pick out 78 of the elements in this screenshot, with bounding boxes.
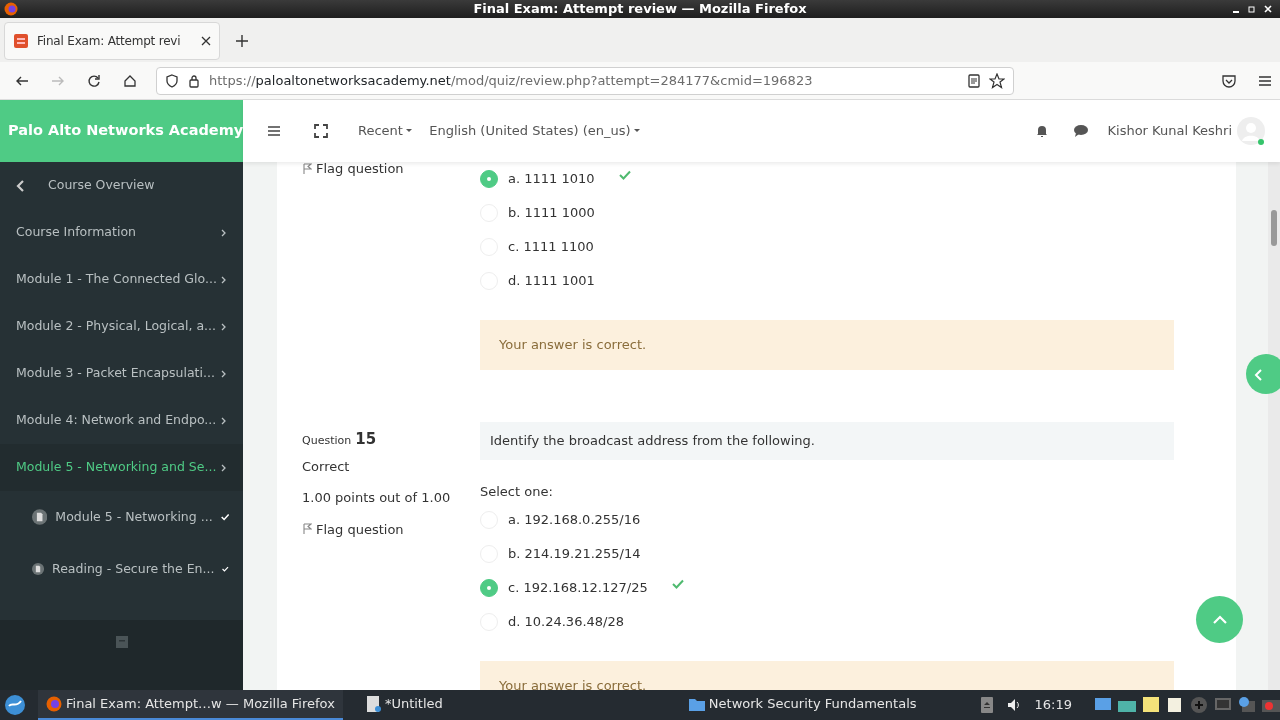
chevron-right-icon <box>221 463 227 472</box>
taskbar-button[interactable]: Final Exam: Attempt…w — Mozilla Firefox <box>38 690 343 720</box>
reader-view-icon[interactable] <box>967 73 981 88</box>
lock-icon <box>187 73 201 88</box>
bookmark-star-icon[interactable] <box>989 72 1005 89</box>
taskbar-button[interactable]: Network Security Fundamentals <box>680 690 925 720</box>
chat-icon[interactable] <box>1072 124 1089 138</box>
question-prompt: Identify the broadcast address from the following. <box>480 422 1174 460</box>
restore-icon[interactable] <box>1248 5 1256 13</box>
clock[interactable]: 16:19 <box>1034 695 1072 715</box>
new-tab-icon[interactable] <box>236 35 248 47</box>
option-label[interactable]: a. 192.168.0.255/16 <box>508 510 641 530</box>
folder-icon <box>688 696 705 712</box>
option-label[interactable]: c. 1111 1100 <box>508 237 594 257</box>
drawer-toggle-button[interactable] <box>1246 354 1280 394</box>
option-label[interactable]: c. 192.168.12.127/25 <box>508 578 648 598</box>
radio-button[interactable] <box>480 579 498 597</box>
tab-title: Final Exam: Attempt revi <box>37 33 182 50</box>
option-label[interactable]: a. 1111 1010 <box>508 169 595 189</box>
text-editor-icon <box>364 696 381 712</box>
taskbar-button[interactable]: *Untitled <box>356 690 451 720</box>
document-icon <box>32 506 48 528</box>
option-label[interactable]: b. 214.19.21.255/14 <box>508 544 641 564</box>
sidebar-item[interactable]: Course Overview <box>0 162 243 209</box>
url-text: https://paloaltonetworksacademy.net/mod/quiz/review.php?attempt=284177&cmid=196823 <box>209 71 814 90</box>
volume-icon[interactable] <box>1006 698 1021 712</box>
site-icon <box>13 33 29 49</box>
reload-icon[interactable] <box>87 73 101 88</box>
archive-icon <box>115 636 128 648</box>
user-name[interactable]: Kishor Kunal Keshri <box>1107 121 1232 141</box>
sidebar-item[interactable]: Module 1 - The Connected Glo... <box>0 256 243 303</box>
shield-icon <box>165 73 179 88</box>
feedback-text: Your answer is correct. <box>499 336 647 355</box>
sidebar-item[interactable]: Module 2 - Physical, Logical, a... <box>0 303 243 350</box>
select-one-label: Select one: <box>480 482 554 501</box>
chevron-right-icon <box>221 275 227 284</box>
flag-icon <box>302 162 312 175</box>
sidebar-item[interactable]: Module 5 - Networking and Se... <box>0 444 243 491</box>
chevron-up-icon <box>1212 615 1227 624</box>
question-points: 1.00 points out of 1.00 <box>302 489 452 507</box>
window-title: Final Exam: Attempt review — Mozilla Firefox <box>473 0 807 19</box>
option-label[interactable]: d. 10.24.36.48/28 <box>508 612 624 632</box>
note-icon[interactable] <box>1142 696 1160 714</box>
chevron-right-icon <box>221 322 227 331</box>
firefox-icon <box>4 2 18 16</box>
eject-icon[interactable] <box>980 697 993 713</box>
chevron-right-icon <box>221 369 227 378</box>
flag-question-link[interactable]: Flag question <box>302 519 404 539</box>
flag-icon <box>302 523 312 536</box>
plus-icon[interactable] <box>1190 696 1208 714</box>
menu-icon[interactable] <box>267 125 281 137</box>
close-icon[interactable] <box>201 36 211 46</box>
fullscreen-icon[interactable] <box>314 124 328 138</box>
pocket-icon[interactable] <box>1222 73 1236 88</box>
browser-tab[interactable]: Final Exam: Attempt revi <box>4 22 220 60</box>
feedback-text: Your answer is correct. <box>499 677 647 690</box>
flag-question-link[interactable]: Flag question <box>302 162 404 179</box>
home-icon[interactable] <box>123 73 137 88</box>
question-number: 15 <box>355 429 377 450</box>
chevron-left-icon <box>1254 368 1262 381</box>
sidebar-item[interactable]: Module 4: Network and Endpo... <box>0 397 243 444</box>
address-bar[interactable]: https://paloaltonetworksacademy.net/mod/quiz/review.php?attempt=284177&cmid=196823 <box>156 66 1014 95</box>
chevron-left-icon <box>16 179 24 192</box>
sidebar-item[interactable]: Module 3 - Packet Encapsulati... <box>0 350 243 397</box>
radio-button[interactable] <box>480 170 498 188</box>
scrollbar-thumb-icon[interactable] <box>1271 210 1277 246</box>
start-menu-icon[interactable] <box>4 694 26 716</box>
option-label[interactable]: b. 1111 1000 <box>508 203 595 223</box>
menu-icon[interactable] <box>1258 73 1272 88</box>
option-label[interactable]: d. 1111 1001 <box>508 271 595 291</box>
nav-dropdown[interactable]: English (United States) (en_us) <box>429 121 640 141</box>
question-state: Correct <box>302 457 351 476</box>
nav-dropdown[interactable]: Recent <box>358 121 413 141</box>
chevron-right-icon <box>221 416 227 425</box>
chevron-right-icon <box>221 228 227 237</box>
sidebar-item[interactable]: Course Information <box>0 209 243 256</box>
question-label: Question <box>302 433 352 449</box>
firefox-icon <box>46 696 62 712</box>
